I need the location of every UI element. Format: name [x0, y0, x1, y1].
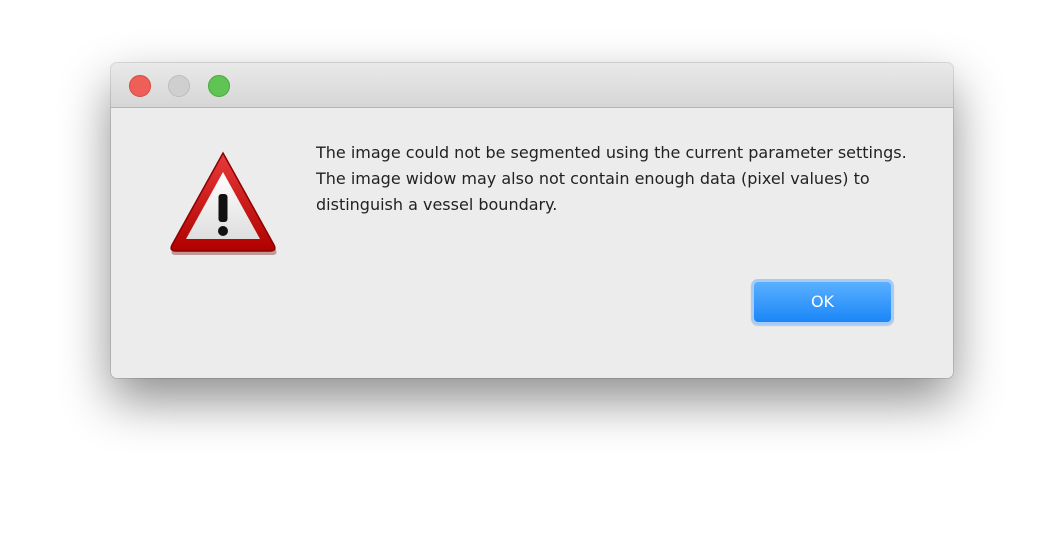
ok-button[interactable]: OK [751, 279, 894, 325]
minimize-window-button[interactable] [168, 75, 190, 97]
message-line-1: The image could not be segmented using t… [316, 143, 907, 162]
maximize-window-button[interactable] [208, 75, 230, 97]
message-text: The image could not be segmented using t… [316, 140, 916, 218]
alert-dialog: The image could not be segmented using t… [111, 63, 953, 378]
title-bar[interactable] [111, 63, 953, 108]
message-line-2: The image widow may also not contain eno… [316, 169, 870, 214]
close-window-button[interactable] [129, 75, 151, 97]
warning-triangle-icon [167, 150, 279, 256]
